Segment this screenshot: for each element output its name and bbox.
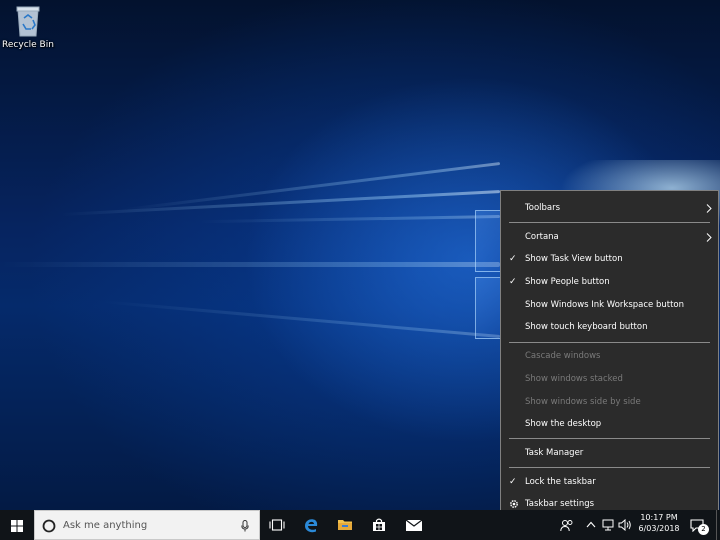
menu-item-task-manager[interactable]: Task Manager: [501, 442, 718, 465]
cortana-icon: [42, 519, 56, 533]
menu-item-cascade-windows: Cascade windows: [501, 345, 718, 368]
recycle-bin-icon: [16, 6, 40, 37]
taskbar-clock[interactable]: 10:17 PM 6/03/2018: [636, 512, 682, 534]
start-button[interactable]: [0, 510, 34, 540]
menu-item-lock-the-taskbar[interactable]: ✓ Lock the taskbar: [501, 471, 718, 494]
menu-item-show-windows-ink-workspace-button[interactable]: Show Windows Ink Workspace button: [501, 294, 718, 317]
wallpaper-light-beam: [0, 262, 500, 267]
menu-item-label: Show Task View button: [525, 254, 623, 265]
chevron-right-icon: [706, 232, 712, 242]
menu-item-show-the-desktop[interactable]: Show the desktop: [501, 413, 718, 436]
menu-item-show-touch-keyboard-button[interactable]: Show touch keyboard button: [501, 316, 718, 339]
chevron-right-icon: [706, 204, 712, 213]
menu-item-label: Show the desktop: [525, 419, 602, 430]
menu-item-label: Cascade windows: [525, 351, 601, 362]
desktop-icon-label: Recycle Bin: [2, 40, 54, 50]
menu-item-label: Toolbars: [525, 203, 561, 213]
menu-item-label: Lock the taskbar: [525, 476, 596, 487]
notification-count-badge: 2: [698, 524, 709, 535]
file-explorer-icon: [338, 520, 352, 530]
wallpaper-light-beam: [200, 215, 501, 224]
menu-item-label: Taskbar settings: [525, 499, 595, 510]
menu-item-label: Show touch keyboard button: [525, 322, 648, 333]
edge-icon: [305, 519, 318, 533]
store-icon: [373, 518, 385, 531]
menu-item-label: Cortana: [525, 231, 559, 242]
checkmark-icon: ✓: [509, 476, 517, 487]
menu-item-cortana[interactable]: Cortana: [501, 226, 718, 249]
store-button[interactable]: [362, 510, 396, 540]
windows-start-icon: [11, 520, 23, 532]
gear-icon: [510, 500, 518, 509]
menu-item-label: Show Windows Ink Workspace button: [525, 299, 684, 310]
wallpaper-light-beam: [60, 190, 501, 217]
clock-time: 10:17 PM: [640, 513, 678, 522]
search-box[interactable]: Ask me anything: [34, 510, 260, 540]
checkmark-icon: ✓: [509, 254, 517, 265]
menu-item-label: Show windows stacked: [525, 373, 623, 384]
action-center-button[interactable]: 2: [690, 517, 709, 536]
menu-item-toolbars[interactable]: Toolbars: [501, 197, 718, 220]
network-icon[interactable]: [601, 519, 615, 531]
taskbar-context-menu: Toolbars Cortana ✓ Show Task View button…: [500, 190, 719, 520]
menu-item-label: Task Manager: [525, 447, 584, 458]
menu-separator: [509, 467, 710, 469]
menu-item-label: Show People button: [525, 277, 610, 288]
task-view-button[interactable]: [260, 510, 294, 540]
checkmark-icon: ✓: [509, 277, 517, 288]
mail-icon: [405, 519, 423, 531]
clock-date: 6/03/2018: [638, 524, 680, 533]
mail-button[interactable]: [396, 510, 430, 540]
wallpaper-light-beam: [101, 300, 501, 338]
wallpaper-light-beam: [122, 162, 501, 212]
menu-separator: [509, 222, 710, 224]
file-explorer-button[interactable]: [328, 510, 362, 540]
people-icon[interactable]: [560, 519, 574, 532]
show-desktop-button[interactable]: [716, 510, 720, 540]
chevron-up-icon[interactable]: [586, 521, 596, 528]
menu-item-label: Show windows side by side: [525, 396, 641, 407]
volume-icon[interactable]: [618, 519, 632, 531]
menu-item-show-people-button[interactable]: ✓ Show People button: [501, 271, 718, 294]
desktop-icon-recycle-bin[interactable]: Recycle Bin: [2, 4, 54, 50]
search-placeholder: Ask me anything: [63, 520, 148, 531]
menu-item-show-windows-side-by-side: Show windows side by side: [501, 391, 718, 414]
menu-separator: [509, 438, 710, 440]
menu-separator: [509, 341, 710, 343]
microphone-icon[interactable]: [241, 520, 249, 532]
task-view-icon: [269, 519, 285, 531]
menu-item-show-task-view-button[interactable]: ✓ Show Task View button: [501, 248, 718, 271]
edge-button[interactable]: [294, 510, 328, 540]
menu-item-show-windows-stacked: Show windows stacked: [501, 368, 718, 391]
taskbar[interactable]: Ask me anything 10:17 PM 6/03/2018 2: [0, 510, 720, 540]
